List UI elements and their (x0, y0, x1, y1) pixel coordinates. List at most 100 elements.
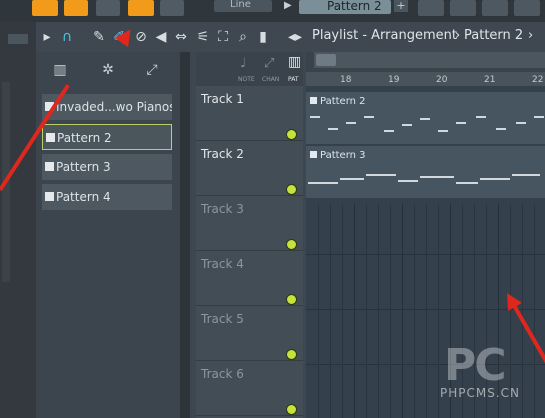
zoom-icon[interactable]: ⌕ (234, 28, 252, 46)
select-icon[interactable]: ⛶ (214, 28, 232, 46)
track-row[interactable]: Track 2 (196, 141, 303, 196)
channel-icon[interactable]: ⤢ (264, 56, 274, 71)
bar-number: 20 (436, 75, 448, 85)
clip-note (456, 182, 478, 184)
bar-ruler[interactable]: 18 19 20 21 22 (306, 72, 545, 86)
snap-select[interactable]: Line (214, 0, 272, 12)
piano-roll-icon-button[interactable] (482, 0, 508, 16)
track-row[interactable]: Track 4 (196, 251, 303, 306)
nav-arrows-icon[interactable]: ◂▸ (286, 28, 304, 46)
clip-label: Pattern 2 (310, 96, 366, 107)
track-name: Track 5 (201, 312, 244, 326)
track-row[interactable]: Track 5 (196, 306, 303, 361)
pattern-clip[interactable]: Pattern 3 (306, 146, 545, 198)
grid-beat-line (426, 204, 427, 418)
play-triangle-icon[interactable]: ▶ (284, 0, 296, 12)
track-enable-led[interactable] (287, 350, 296, 359)
pat-label: PAT (288, 76, 299, 83)
bar-number: 18 (340, 75, 352, 85)
breadcrumb-separator: › (455, 28, 461, 43)
horizontal-scrollbar[interactable] (314, 52, 545, 68)
browser-toggle[interactable] (8, 34, 28, 44)
plugin-icon-button[interactable] (160, 0, 184, 16)
track-name: Track 3 (201, 202, 244, 216)
pattern-icon (46, 133, 55, 142)
clip-note (420, 118, 430, 120)
audio-clips-icon[interactable]: ✲ (96, 62, 120, 82)
clip-note (516, 122, 526, 124)
keyboard-icon-button[interactable] (32, 0, 58, 16)
mixer-icon-button[interactable] (514, 0, 540, 16)
track-enable-led[interactable] (287, 405, 296, 414)
clip-label: Pattern 3 (310, 150, 366, 161)
clip-note (364, 116, 374, 118)
link-icon-button[interactable] (128, 0, 154, 16)
bar-number: 22 (532, 75, 544, 85)
clip-note (398, 180, 418, 182)
grid-beat-line (342, 204, 343, 418)
grid-beat-line (414, 204, 415, 418)
picker-scrollbar[interactable] (180, 52, 190, 418)
clip-note (310, 116, 320, 118)
watermark: PC PHPCMS.CN (440, 340, 540, 402)
track-enable-led[interactable] (287, 130, 296, 139)
track-name: Track 6 (201, 367, 244, 381)
breadcrumb-separator-2: › (528, 28, 534, 43)
track-enable-led[interactable] (287, 185, 296, 194)
slice-icon[interactable]: ⚟ (194, 28, 212, 46)
pattern-picker-panel: ▥ ✲ ⤢ Invaded...wo Pianos) Pattern 2 Pat… (36, 52, 180, 418)
track-row[interactable]: Track 3 (196, 196, 303, 251)
watermark-text: PHPCMS.CN (440, 386, 521, 400)
picker-pattern-item[interactable]: Pattern 3 (42, 154, 172, 180)
piano-keys-icon[interactable]: ▥ (48, 62, 72, 82)
clip-note (420, 176, 454, 178)
picker-pattern-label: Pattern 3 (56, 160, 111, 174)
clip-note (534, 116, 544, 118)
pencil-icon[interactable]: ✎ (90, 28, 108, 46)
track-row[interactable]: Track 1 (196, 86, 303, 141)
pattern-icon (45, 162, 54, 171)
automation-icon[interactable]: ⤢ (140, 62, 164, 82)
clip-label-text: Pattern 2 (320, 96, 366, 107)
picker-pattern-label: Pattern 4 (56, 190, 111, 204)
track-enable-led[interactable] (287, 240, 296, 249)
music-note-icon-button[interactable] (96, 0, 120, 16)
arrow-right-icon-button[interactable] (64, 0, 88, 16)
clip-note (346, 122, 356, 124)
track-list: Track 1 Track 2 Track 3 Track 4 Track 5 … (196, 86, 303, 418)
track-name: Track 1 (201, 92, 244, 106)
grid-beat-line (318, 204, 319, 418)
clip-note (366, 174, 396, 176)
clip-note (512, 174, 540, 176)
playlist-icon-button[interactable] (418, 0, 444, 16)
picker-pattern-item-selected[interactable]: Pattern 2 (42, 124, 172, 150)
slip-icon[interactable]: ⇔ (172, 28, 190, 46)
note-icon[interactable]: ♩ (240, 56, 246, 71)
grid-beat-line (390, 204, 391, 418)
chan-label: CHAN (262, 76, 280, 83)
mute-icon[interactable]: ◀ (152, 28, 170, 46)
scrollbar-thumb[interactable] (316, 54, 336, 66)
play-arrow-icon[interactable]: ▸ (38, 28, 56, 46)
add-pattern-button[interactable]: + (394, 0, 408, 12)
breadcrumb-pattern[interactable]: Pattern 2 (464, 28, 523, 44)
track-enable-led[interactable] (287, 295, 296, 304)
magnet-icon[interactable]: ∩ (58, 28, 76, 46)
note-label: NOTE (238, 76, 255, 83)
pattern-selector[interactable]: Pattern 2 (299, 0, 391, 14)
channel-rack-icon-button[interactable] (450, 0, 476, 16)
clip-note (402, 124, 412, 126)
watermark-logo: PC (444, 340, 507, 391)
browser-collapsed-strip (0, 22, 36, 418)
grid-beat-line (330, 204, 331, 418)
clip-note (496, 128, 506, 130)
picker-pattern-item[interactable]: Pattern 4 (42, 184, 172, 210)
clip-note (328, 128, 338, 130)
top-toolbar: Line ▶ Pattern 2 + (0, 0, 545, 22)
track-row[interactable]: Track 6 (196, 361, 303, 416)
playback-icon[interactable]: ▮ (254, 28, 272, 46)
pattern-grid-icon[interactable]: ▥ (288, 54, 301, 70)
grid-beat-line (354, 204, 355, 418)
pattern-icon (45, 192, 54, 201)
bar-number: 21 (484, 75, 496, 85)
